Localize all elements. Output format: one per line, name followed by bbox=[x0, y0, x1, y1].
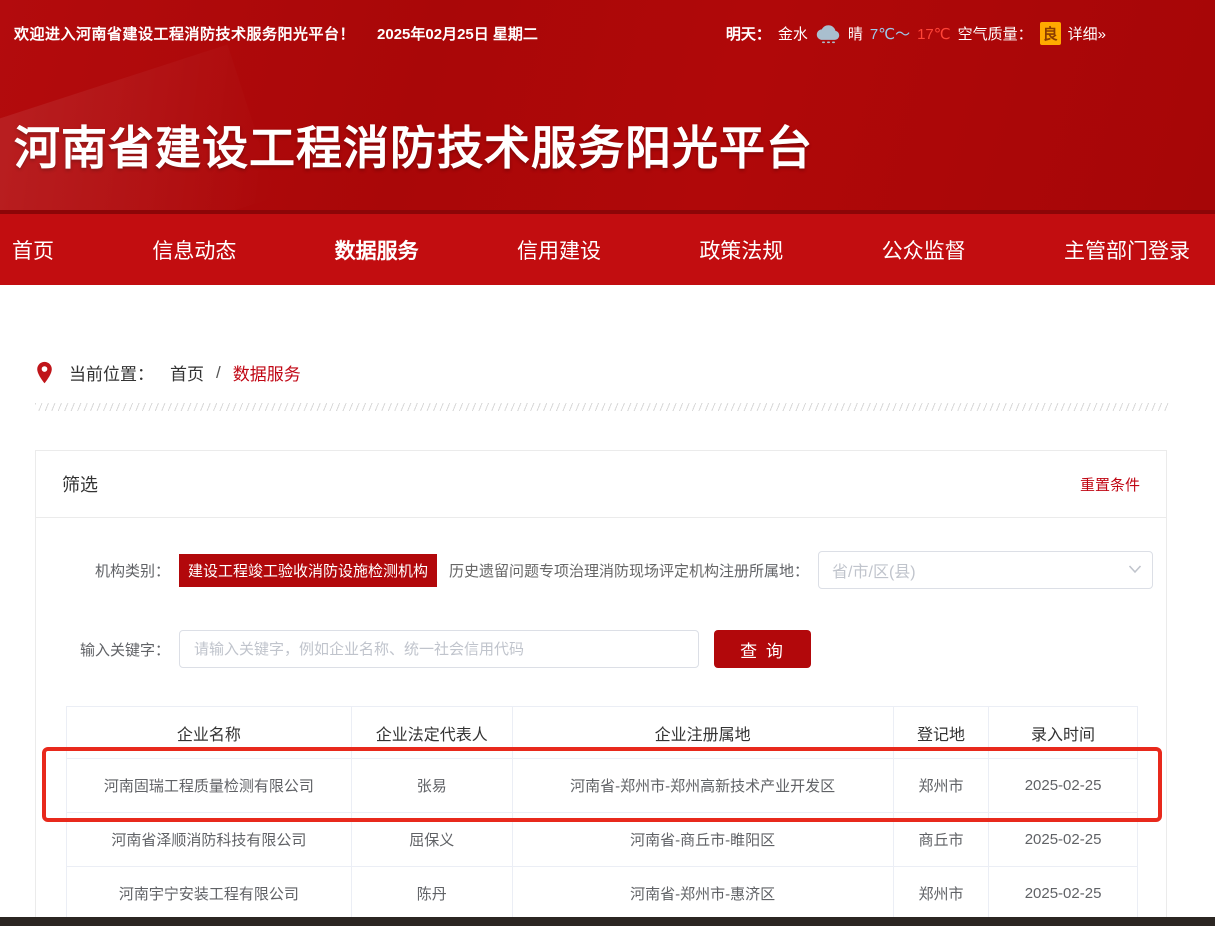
weather-detail-link[interactable]: 详细» bbox=[1068, 23, 1106, 44]
cell-company-name: 河南省泽顺消防科技有限公司 bbox=[67, 813, 352, 867]
weather-condition: 晴 bbox=[848, 23, 863, 44]
cell-registered-address: 河南省-商丘市-睢阳区 bbox=[512, 813, 893, 867]
reset-filters-link[interactable]: 重置条件 bbox=[1080, 474, 1140, 495]
cell-registered-address: 河南省-郑州市-惠济区 bbox=[512, 867, 893, 921]
slash-divider bbox=[35, 403, 1170, 411]
breadcrumb-home[interactable]: 首页 bbox=[170, 360, 204, 385]
page-root: 欢迎进入河南省建设工程消防技术服务阳光平台！ 2025年02月25日 星期二 明… bbox=[0, 0, 1215, 926]
results-table: 企业名称 企业法定代表人 企业注册属地 登记地 录入时间 河南固瑞工程质量检测有… bbox=[66, 706, 1138, 921]
location-pin-icon bbox=[35, 361, 55, 385]
nav-item-supervision[interactable]: 公众监督 bbox=[882, 235, 966, 265]
weather-widget: 明天： 金水 晴 7℃～ 17℃ 空气质量： 良 详细» bbox=[726, 22, 1106, 45]
category-option-unselected[interactable]: 历史遗留问题专项治理消防现场评定机构 bbox=[449, 560, 719, 581]
category-filter-row: 机构类别： 建设工程竣工验收消防设施检测机构 历史遗留问题专项治理消防现场评定机… bbox=[36, 551, 1166, 589]
search-button[interactable]: 查 询 bbox=[714, 630, 811, 668]
nav-item-data-service[interactable]: 数据服务 bbox=[335, 235, 419, 265]
header-banner: 欢迎进入河南省建设工程消防技术服务阳光平台！ 2025年02月25日 星期二 明… bbox=[0, 0, 1215, 210]
weather-label: 明天： bbox=[726, 23, 771, 44]
cell-entry-date: 2025-02-25 bbox=[989, 813, 1138, 867]
breadcrumb: 当前位置： 首页 / 数据服务 bbox=[35, 360, 301, 385]
weather-city: 金水 bbox=[778, 23, 808, 44]
nav-item-admin-login[interactable]: 主管部门登录 bbox=[1064, 235, 1190, 265]
nav-item-news[interactable]: 信息动态 bbox=[152, 235, 236, 265]
nav-item-credit[interactable]: 信用建设 bbox=[517, 235, 601, 265]
cell-legal-representative: 陈丹 bbox=[351, 867, 512, 921]
cell-company-name: 河南宇宁安装工程有限公司 bbox=[67, 867, 352, 921]
region-select[interactable]: 省/市/区(县) bbox=[818, 551, 1153, 589]
nav-item-home[interactable]: 首页 bbox=[12, 235, 54, 265]
col-registered-address: 企业注册属地 bbox=[512, 707, 893, 759]
table-row[interactable]: 河南省泽顺消防科技有限公司 屈保义 河南省-商丘市-睢阳区 商丘市 2025-0… bbox=[67, 813, 1138, 867]
cell-registration-place: 郑州市 bbox=[893, 759, 988, 813]
table-row[interactable]: 河南宇宁安装工程有限公司 陈丹 河南省-郑州市-惠济区 郑州市 2025-02-… bbox=[67, 867, 1138, 921]
region-filter-group: 注册所属地： 省/市/区(县) bbox=[719, 551, 1153, 589]
site-title: 河南省建设工程消防技术服务阳光平台 bbox=[14, 112, 813, 178]
air-quality-badge: 良 bbox=[1040, 22, 1061, 45]
chevron-down-icon bbox=[1128, 564, 1142, 574]
filter-panel-header: 筛选 重置条件 bbox=[36, 451, 1166, 518]
cell-entry-date: 2025-02-25 bbox=[989, 759, 1138, 813]
temp-high: 17℃ bbox=[917, 25, 951, 43]
keyword-label: 输入关键字： bbox=[62, 639, 170, 660]
keyword-input[interactable] bbox=[179, 630, 699, 668]
breadcrumb-separator: / bbox=[216, 363, 221, 383]
region-select-placeholder: 省/市/区(县) bbox=[832, 558, 916, 582]
cell-legal-representative: 屈保义 bbox=[351, 813, 512, 867]
top-bar: 欢迎进入河南省建设工程消防技术服务阳光平台！ 2025年02月25日 星期二 明… bbox=[14, 22, 1201, 45]
category-label: 机构类别： bbox=[62, 560, 170, 581]
cell-registration-place: 商丘市 bbox=[893, 813, 988, 867]
nav-item-policy[interactable]: 政策法规 bbox=[699, 235, 783, 265]
table-row[interactable]: 河南固瑞工程质量检测有限公司 张易 河南省-郑州市-郑州高新技术产业开发区 郑州… bbox=[67, 759, 1138, 813]
category-option-selected[interactable]: 建设工程竣工验收消防设施检测机构 bbox=[179, 554, 437, 587]
welcome-text: 欢迎进入河南省建设工程消防技术服务阳光平台！ bbox=[14, 23, 355, 44]
filter-title: 筛选 bbox=[62, 471, 98, 497]
breadcrumb-current[interactable]: 数据服务 bbox=[233, 360, 301, 385]
main-nav: 首页 信息动态 数据服务 信用建设 政策法规 公众监督 主管部门登录 bbox=[0, 210, 1215, 285]
temp-low: 7℃～ bbox=[870, 23, 910, 44]
cell-company-name: 河南固瑞工程质量检测有限公司 bbox=[67, 759, 352, 813]
cloud-icon bbox=[815, 24, 841, 44]
cell-legal-representative: 张易 bbox=[351, 759, 512, 813]
cell-entry-date: 2025-02-25 bbox=[989, 867, 1138, 921]
region-label: 注册所属地： bbox=[719, 560, 809, 581]
cell-registered-address: 河南省-郑州市-郑州高新技术产业开发区 bbox=[512, 759, 893, 813]
table-header-row: 企业名称 企业法定代表人 企业注册属地 登记地 录入时间 bbox=[67, 707, 1138, 759]
col-entry-date: 录入时间 bbox=[989, 707, 1138, 759]
col-legal-representative: 企业法定代表人 bbox=[351, 707, 512, 759]
keyword-filter-row: 输入关键字： 查 询 bbox=[36, 630, 1166, 668]
breadcrumb-label: 当前位置： bbox=[69, 360, 154, 385]
footer-bar bbox=[0, 917, 1215, 926]
col-registration-place: 登记地 bbox=[893, 707, 988, 759]
col-company-name: 企业名称 bbox=[67, 707, 352, 759]
cell-registration-place: 郑州市 bbox=[893, 867, 988, 921]
air-quality-label: 空气质量： bbox=[958, 23, 1033, 44]
date-text: 2025年02月25日 星期二 bbox=[377, 23, 538, 44]
filter-panel: 筛选 重置条件 机构类别： 建设工程竣工验收消防设施检测机构 历史遗留问题专项治… bbox=[35, 450, 1167, 926]
